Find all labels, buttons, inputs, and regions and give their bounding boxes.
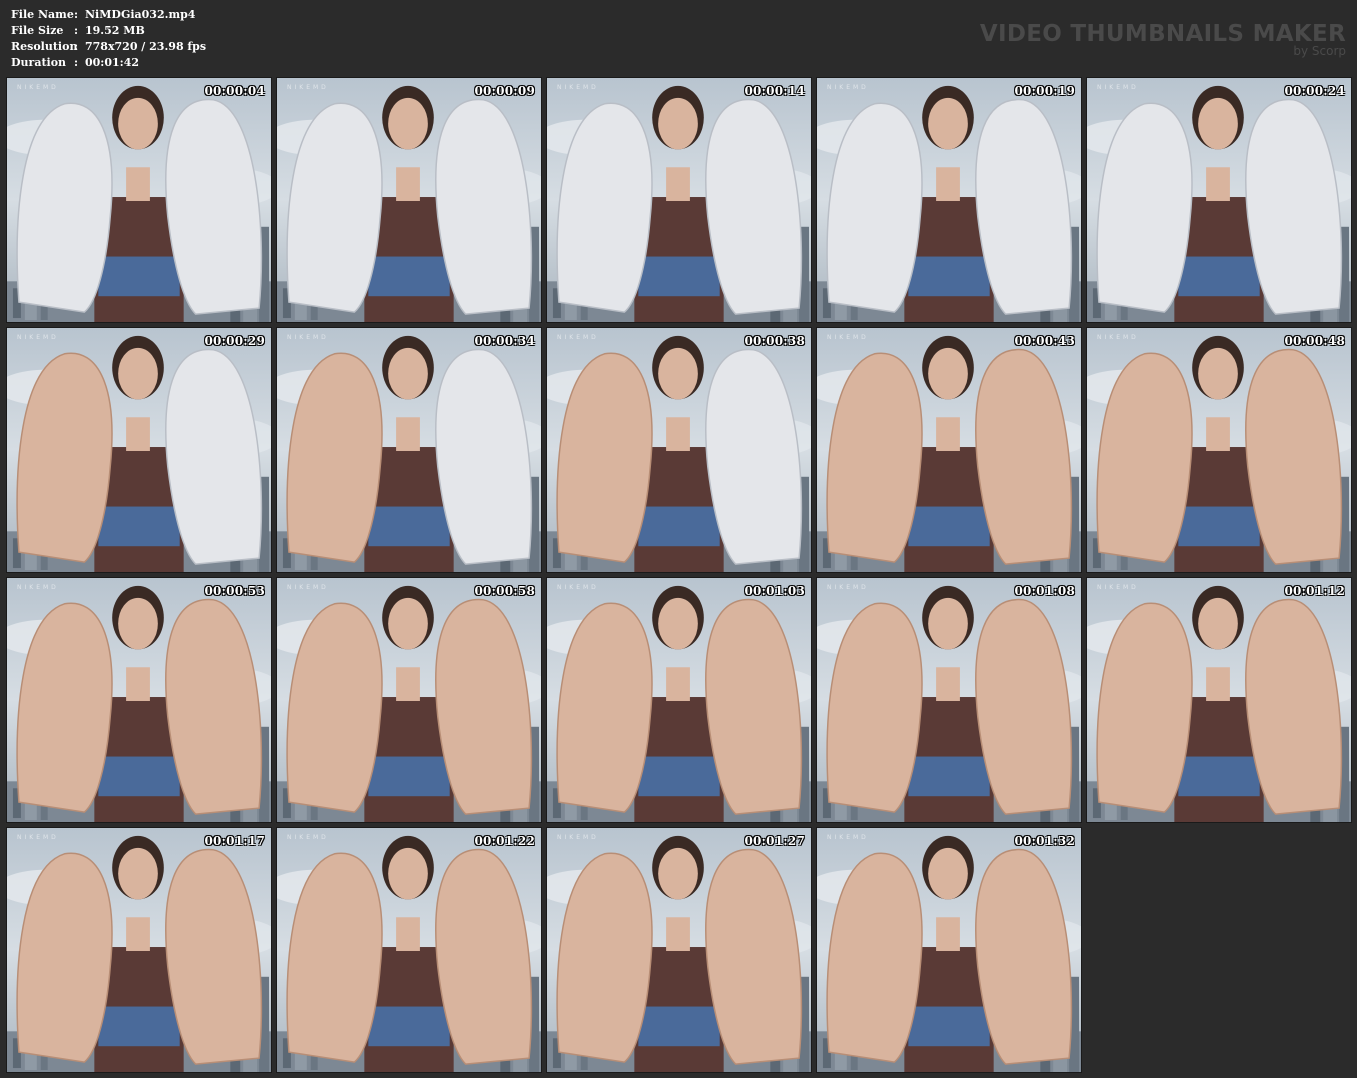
thumbnail-grid: NIKEMD 00:00:04 NIKEMD 00:00:09 NIKEMD 0… [6, 77, 1352, 1073]
watermark: NIKEMD [827, 84, 869, 91]
video-thumbnail: NIKEMD 00:00:14 [546, 77, 812, 323]
thumbnail-timestamp: 00:01:12 [1284, 584, 1345, 598]
video-thumbnail: NIKEMD 00:00:04 [6, 77, 272, 323]
thumbnail-timestamp: 00:00:43 [1014, 334, 1075, 348]
thumbnail-timestamp: 00:01:22 [474, 834, 535, 848]
thumbnail-timestamp: 00:00:58 [474, 584, 535, 598]
info-label: Resolution [11, 40, 78, 53]
info-row-resolution: Resolution : 778x720 / 23.98 fps [11, 39, 206, 55]
header: File Name : NiMDGia032.mp4 File Size : 1… [0, 0, 1357, 76]
watermark: NIKEMD [557, 834, 599, 841]
info-label: File Name [11, 8, 74, 21]
brand-title: VIDEO THUMBNAILS MAKER [979, 21, 1346, 47]
info-value: 778x720 / 23.98 fps [85, 40, 207, 53]
thumbnail-timestamp: 00:01:32 [1014, 834, 1075, 848]
thumbnail-timestamp: 00:00:53 [204, 584, 265, 598]
info-value: NiMDGia032.mp4 [85, 8, 196, 21]
video-thumbnail: NIKEMD 00:01:17 [6, 827, 272, 1073]
video-thumbnail: NIKEMD 00:01:22 [276, 827, 542, 1073]
info-row-file-size: File Size : 19.52 MB [11, 23, 206, 39]
info-row-file-name: File Name : NiMDGia032.mp4 [11, 7, 206, 23]
watermark: NIKEMD [1097, 334, 1139, 341]
video-thumbnail: NIKEMD 00:00:38 [546, 327, 812, 573]
info-label: Duration [11, 56, 67, 69]
watermark: NIKEMD [1097, 584, 1139, 591]
video-thumbnail: NIKEMD 00:00:48 [1086, 327, 1352, 573]
thumbnail-timestamp: 00:00:19 [1014, 84, 1075, 98]
watermark: NIKEMD [827, 334, 869, 341]
video-thumbnail: NIKEMD 00:01:32 [816, 827, 1082, 1073]
watermark: NIKEMD [287, 84, 329, 91]
thumbnail-timestamp: 00:01:27 [744, 834, 805, 848]
info-separator: : [74, 40, 79, 53]
info-separator: : [74, 56, 79, 69]
thumbnail-timestamp: 00:01:03 [744, 584, 805, 598]
video-thumbnail: NIKEMD 00:00:58 [276, 577, 542, 823]
video-thumbnail: NIKEMD 00:00:43 [816, 327, 1082, 573]
watermark: NIKEMD [17, 334, 59, 341]
watermark: NIKEMD [17, 584, 59, 591]
watermark: NIKEMD [827, 584, 869, 591]
video-thumbnail: NIKEMD 00:00:53 [6, 577, 272, 823]
video-thumbnail: NIKEMD 00:00:09 [276, 77, 542, 323]
thumbnail-timestamp: 00:00:29 [204, 334, 265, 348]
watermark: NIKEMD [557, 334, 599, 341]
watermark: NIKEMD [557, 584, 599, 591]
thumbnail-timestamp: 00:00:04 [204, 84, 265, 98]
thumbnail-timestamp: 00:00:14 [744, 84, 805, 98]
video-thumbnail: NIKEMD 00:00:34 [276, 327, 542, 573]
watermark: NIKEMD [17, 834, 59, 841]
thumbnail-timestamp: 00:00:09 [474, 84, 535, 98]
video-thumbnail: NIKEMD 00:01:12 [1086, 577, 1352, 823]
video-thumbnail: NIKEMD 00:00:24 [1086, 77, 1352, 323]
thumbnail-timestamp: 00:00:48 [1284, 334, 1345, 348]
file-info: File Name : NiMDGia032.mp4 File Size : 1… [11, 7, 206, 71]
watermark: NIKEMD [1097, 84, 1139, 91]
video-thumbnail: NIKEMD 00:01:08 [816, 577, 1082, 823]
info-value: 19.52 MB [85, 24, 145, 37]
watermark: NIKEMD [287, 584, 329, 591]
video-thumbnail: NIKEMD 00:00:19 [816, 77, 1082, 323]
brand-logo: VIDEO THUMBNAILS MAKER by Scorp [980, 20, 1346, 57]
video-thumbnail: NIKEMD 00:01:03 [546, 577, 812, 823]
info-separator: : [74, 8, 79, 21]
thumbnail-timestamp: 00:01:17 [204, 834, 265, 848]
info-separator: : [74, 24, 79, 37]
video-thumbnail: NIKEMD 00:00:29 [6, 327, 272, 573]
watermark: NIKEMD [557, 84, 599, 91]
info-label: File Size [11, 24, 64, 37]
watermark: NIKEMD [287, 834, 329, 841]
thumbnail-timestamp: 00:00:38 [744, 334, 805, 348]
thumbnail-timestamp: 00:00:34 [474, 334, 535, 348]
watermark: NIKEMD [827, 834, 869, 841]
info-row-duration: Duration : 00:01:42 [11, 55, 206, 71]
info-value: 00:01:42 [85, 56, 140, 69]
watermark: NIKEMD [17, 84, 59, 91]
video-thumbnail: NIKEMD 00:01:27 [546, 827, 812, 1073]
thumbnail-timestamp: 00:01:08 [1014, 584, 1075, 598]
watermark: NIKEMD [287, 334, 329, 341]
thumbnail-timestamp: 00:00:24 [1284, 84, 1345, 98]
